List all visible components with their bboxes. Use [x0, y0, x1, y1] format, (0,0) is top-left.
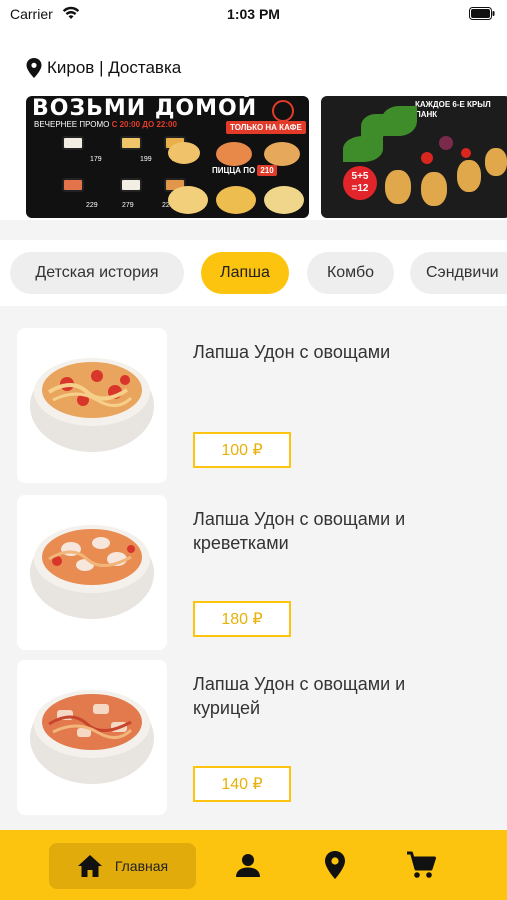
add-to-cart-price-button[interactable]: 100 ₽: [193, 432, 291, 468]
pizza-image: [264, 186, 304, 214]
noodle-bowl-image: [30, 358, 154, 452]
status-bar: Carrier 1:03 PM: [0, 0, 507, 30]
product-title: Лапша Удон с овощами и креветками: [193, 509, 406, 553]
tab-label: Сэндвичи: [426, 264, 499, 281]
status-time: 1:03 PM: [227, 6, 280, 22]
wing-image: [421, 172, 447, 206]
product-card[interactable]: Лапша Удон с овощами 100 ₽: [0, 328, 507, 483]
product-image: [17, 660, 167, 815]
herb-image: [343, 136, 383, 162]
banner-subtitle: ВЕЧЕРНЕЕ ПРОМО С 20:00 ДО 22:00: [34, 120, 177, 129]
promo-banner-wings[interactable]: КАЖДОЕ 6-Е КРЫЛ ПАНК 5+5 =12: [321, 96, 507, 218]
location-icon: [325, 851, 345, 879]
brand-logo: [272, 100, 294, 122]
pizza-price-label: ПИЦЦА ПО 210: [212, 165, 277, 176]
herb-image: [381, 106, 417, 136]
product-image: [17, 495, 167, 650]
add-to-cart-price-button[interactable]: 180 ₽: [193, 601, 291, 637]
add-to-cart-price-button[interactable]: 140 ₽: [193, 766, 291, 802]
nav-location-button[interactable]: [320, 850, 350, 880]
banner-badge: ТОЛЬКО НА КАФЕ: [226, 121, 306, 134]
roll-price: 179: [90, 156, 102, 163]
tab-noodles[interactable]: Лапша: [201, 252, 289, 294]
pizza-image: [168, 186, 208, 214]
tab-label: Детская история: [35, 264, 159, 281]
roll-image: [120, 136, 142, 150]
wing-image: [385, 170, 411, 204]
tomato-image: [421, 152, 433, 164]
roll-image: [62, 136, 84, 150]
location-selector[interactable]: Киров | Доставка: [26, 56, 181, 80]
banner-badge: 5+5 =12: [343, 166, 377, 200]
nav-profile-button[interactable]: [233, 850, 263, 880]
roll-image: [62, 178, 84, 192]
promo-banner-take-home[interactable]: ВОЗЬМИ ДОМОЙ ВЕЧЕРНЕЕ ПРОМО С 20:00 ДО 2…: [26, 96, 309, 218]
home-icon: [77, 855, 102, 877]
map-pin-icon: [26, 58, 42, 78]
noodle-bowl-image: [30, 525, 154, 619]
product-card[interactable]: Лапша Удон с овощами и креветками 180 ₽: [0, 495, 507, 650]
profile-icon: [236, 854, 260, 877]
category-tabs: Детская история Лапша Комбо Сэндвичи: [0, 240, 507, 306]
noodle-bowl-image: [30, 690, 154, 784]
tab-label: Комбо: [326, 264, 375, 281]
wing-image: [457, 160, 481, 192]
pizza-image: [168, 142, 200, 164]
nav-cart-button[interactable]: [406, 850, 436, 880]
banner-subtitle-prefix: ВЕЧЕРНЕЕ ПРОМО: [34, 120, 110, 129]
nav-home-button[interactable]: Главная: [49, 843, 196, 889]
tomato-image: [461, 148, 471, 158]
tab-combo[interactable]: Комбо: [307, 252, 394, 294]
wing-image: [485, 148, 507, 176]
tab-label: Лапша: [220, 264, 270, 281]
banner-subtitle-time: С 20:00 ДО 22:00: [111, 120, 177, 129]
banner-title: ВОЗЬМИ ДОМОЙ: [32, 96, 258, 121]
pizza-image: [216, 186, 256, 214]
roll-price: 279: [122, 202, 134, 209]
nav-home-label: Главная: [114, 858, 169, 874]
tab-sandwiches[interactable]: Сэндвичи: [410, 252, 507, 294]
pizza-image: [216, 142, 252, 166]
product-card[interactable]: Лапша Удон с овощами и курицей 140 ₽: [0, 660, 507, 815]
pizza-price-prefix: ПИЦЦА ПО: [212, 166, 256, 175]
roll-price: 229: [86, 202, 98, 209]
tab-kids-story[interactable]: Детская история: [10, 252, 184, 294]
location-text: Киров | Доставка: [47, 58, 182, 77]
cart-icon: [407, 851, 436, 878]
pizza-image: [264, 142, 300, 166]
banner-title-line2: ПАНК: [415, 110, 438, 119]
banner-title: КАЖДОЕ 6-Е КРЫЛ ПАНК: [415, 100, 491, 120]
product-image: [17, 328, 167, 483]
product-title: Лапша Удон с овощами и курицей: [193, 674, 406, 718]
banner-title-line1: КАЖДОЕ 6-Е КРЫЛ: [415, 100, 491, 109]
header: Киров | Доставка ВОЗЬМИ ДОМОЙ ВЕЧЕРНЕЕ П…: [0, 30, 507, 220]
roll-image: [120, 178, 142, 192]
product-title: Лапша Удон с овощами: [193, 342, 391, 362]
roll-price: 199: [140, 156, 152, 163]
onion-image: [439, 136, 453, 150]
bottom-navigation: Главная: [0, 830, 507, 900]
pizza-price-value: 210: [257, 165, 277, 176]
battery-icon: [469, 7, 495, 20]
